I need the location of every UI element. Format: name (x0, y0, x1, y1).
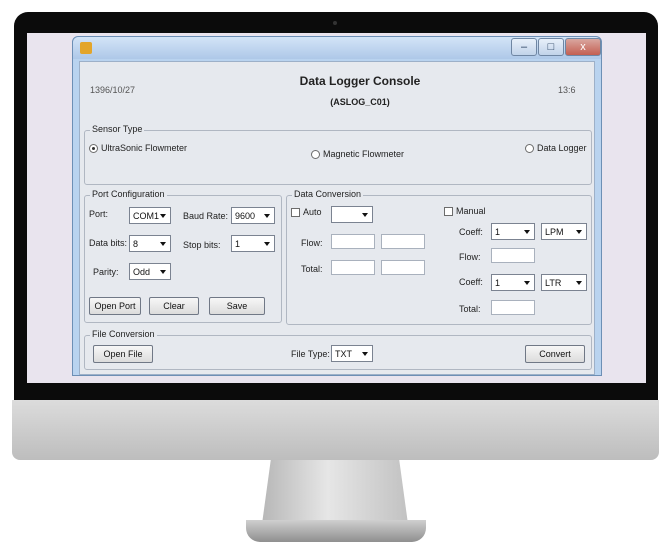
auto-select[interactable] (331, 206, 373, 223)
sensor-type-legend: Sensor Type (90, 124, 145, 134)
page-subtitle: (ASLOG_C01) (330, 97, 390, 107)
file-conversion-legend: File Conversion (90, 329, 157, 339)
manual-label: Manual (456, 206, 486, 216)
coeff-label-1: Coeff: (459, 227, 483, 237)
unit-2-value: LTR (545, 278, 562, 288)
coeff-label-2: Coeff: (459, 277, 483, 287)
chevron-down-icon (264, 242, 270, 246)
chevron-down-icon (576, 281, 582, 285)
chevron-down-icon (362, 352, 368, 356)
auto-checkbox[interactable] (291, 208, 300, 217)
auto-flow-field-2[interactable] (381, 234, 425, 249)
page-title: Data Logger Console (299, 74, 421, 88)
auto-label: Auto (303, 207, 322, 217)
total-label: Total: (301, 264, 323, 274)
parity-select[interactable]: Odd (129, 263, 171, 280)
monitor-chin (12, 400, 659, 460)
title-bar: – □ x (73, 37, 601, 59)
minimize-button[interactable]: – (511, 38, 537, 56)
chevron-down-icon (524, 281, 530, 285)
data-logger-label: Data Logger (537, 143, 587, 153)
stopbits-label: Stop bits: (183, 240, 221, 250)
file-type-value: TXT (335, 349, 352, 359)
databits-label: Data bits: (89, 238, 128, 248)
data-logger-radio[interactable] (525, 144, 534, 153)
chevron-down-icon (576, 230, 582, 234)
parity-label: Parity: (93, 267, 119, 277)
databits-select[interactable]: 8 (129, 235, 171, 252)
parity-value: Odd (133, 267, 151, 277)
unit-1-value: LPM (545, 227, 564, 237)
chevron-down-icon (362, 213, 368, 217)
auto-total-field-1[interactable] (331, 260, 375, 275)
databits-value: 8 (133, 239, 139, 249)
app-icon (80, 42, 92, 54)
baud-value: 9600 (235, 211, 256, 221)
coeff-2-select[interactable]: 1 (491, 274, 535, 291)
port-select[interactable]: COM1 (129, 207, 171, 224)
manual-checkbox[interactable] (444, 207, 453, 216)
magnetic-radio[interactable] (311, 150, 320, 159)
manual-flow-field[interactable] (491, 248, 535, 263)
baud-select[interactable]: 9600 (231, 207, 275, 224)
manual-total-field[interactable] (491, 300, 535, 315)
manual-total-label: Total: (459, 304, 481, 314)
chevron-down-icon (524, 230, 530, 234)
port-label: Port: (89, 209, 109, 219)
convert-button[interactable]: Convert (525, 345, 585, 363)
coeff-1-value: 1 (495, 227, 501, 237)
flow-label: Flow: (301, 238, 323, 248)
chevron-down-icon (160, 242, 166, 246)
ultrasonic-radio[interactable] (89, 144, 98, 153)
coeff-1-select[interactable]: 1 (491, 223, 535, 240)
monitor-stand (262, 460, 408, 524)
auto-flow-field-1[interactable] (331, 234, 375, 249)
sensor-type-group: Sensor Type UltraSonic Flowmeter Magneti… (84, 124, 592, 185)
coeff-2-value: 1 (495, 278, 501, 288)
monitor-base (246, 520, 426, 542)
baud-label: Baud Rate: (183, 211, 229, 221)
auto-total-field-2[interactable] (381, 260, 425, 275)
open-file-button[interactable]: Open File (93, 345, 153, 363)
date-label: 1396/10/27 (90, 85, 136, 95)
camera-dot (333, 21, 337, 25)
manual-flow-label: Flow: (459, 252, 481, 262)
stopbits-select[interactable]: 1 (231, 235, 275, 252)
data-conversion-group: Data Conversion Auto Flow: Total: Manual… (286, 189, 592, 325)
app-window: – □ x 1396/10/27 Data Logger Console (AS… (72, 36, 602, 376)
unit-1-select[interactable]: LPM (541, 223, 587, 240)
port-config-legend: Port Configuration (90, 189, 167, 199)
time-label: 13:6 (558, 85, 576, 95)
file-conversion-group: File Conversion Open File File Type: TXT… (84, 329, 592, 370)
chevron-down-icon (160, 214, 166, 218)
save-button[interactable]: Save (209, 297, 265, 315)
port-value: COM1 (133, 211, 160, 221)
chevron-down-icon (264, 214, 270, 218)
port-config-group: Port Configuration Port: COM1 Baud Rate:… (84, 189, 282, 323)
unit-2-select[interactable]: LTR (541, 274, 587, 291)
stopbits-value: 1 (235, 239, 241, 249)
file-type-label: File Type: (291, 349, 330, 359)
file-type-select[interactable]: TXT (331, 345, 373, 362)
close-button[interactable]: x (565, 38, 601, 56)
open-port-button[interactable]: Open Port (89, 297, 141, 315)
chevron-down-icon (160, 270, 166, 274)
maximize-button[interactable]: □ (538, 38, 564, 56)
magnetic-label: Magnetic Flowmeter (323, 149, 405, 159)
data-conversion-legend: Data Conversion (292, 189, 364, 199)
window-client: 1396/10/27 Data Logger Console (ASLOG_C0… (79, 61, 595, 375)
ultrasonic-label: UltraSonic Flowmeter (101, 143, 188, 153)
clear-button[interactable]: Clear (149, 297, 199, 315)
